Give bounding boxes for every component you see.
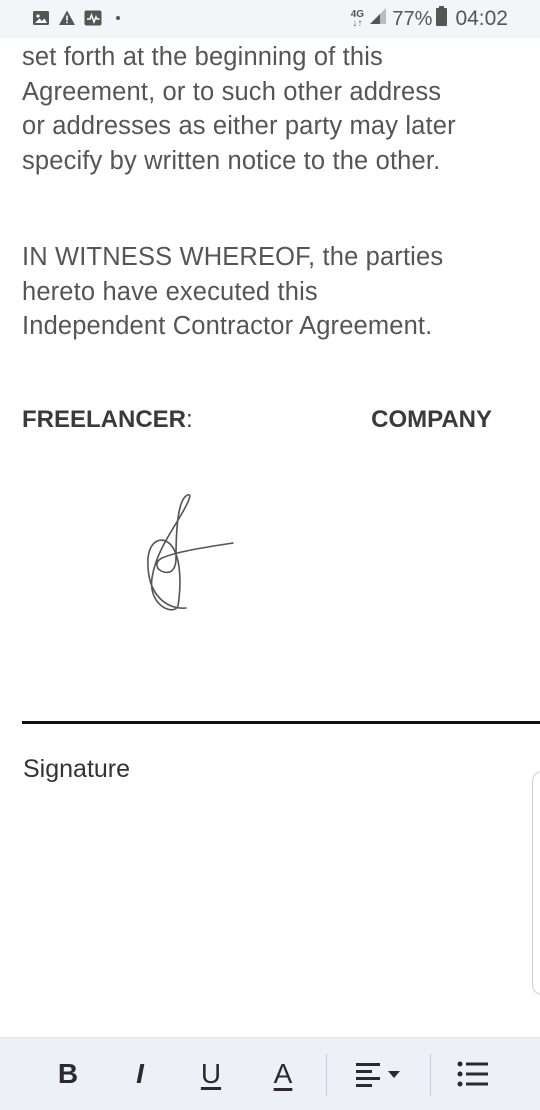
bulleted-list-icon (457, 1061, 488, 1087)
signature-line (22, 721, 540, 724)
paragraph-line: Agreement, or to such other address (22, 77, 442, 106)
paragraph-line: hereto have executed this (22, 277, 318, 306)
signature-drawing (147, 493, 234, 611)
italic-button[interactable]: I (122, 1054, 158, 1094)
align-left-icon (356, 1063, 400, 1087)
image-icon (32, 9, 50, 27)
status-right: 4G ↓↑ 77% 04:02 (350, 6, 508, 32)
text-color-button[interactable]: A (263, 1054, 303, 1094)
screen: 4G ↓↑ 77% 04:02 set forth at the beginnin… (0, 0, 540, 1110)
paragraph-line: set forth at the beginning of this (22, 43, 383, 71)
freelancer-label: FREELANCER (22, 406, 187, 433)
paragraph-notice: set forth at the beginning of this Agree… (22, 40, 522, 178)
status-left-icons (32, 9, 120, 27)
signature-label: Signature (23, 755, 131, 783)
signal-icon (368, 7, 388, 31)
toolbar-divider (430, 1054, 431, 1096)
paragraph-line: specify by written notice to the other. (22, 146, 441, 175)
align-dropdown-button[interactable] (352, 1054, 408, 1094)
toolbar-divider (326, 1054, 327, 1096)
paragraph-line: Independent Contractor Agreement. (22, 312, 433, 340)
activity-icon (84, 9, 102, 27)
clock: 04:02 (455, 7, 508, 30)
paragraph-line: IN WITNESS WHEREOF, the parties (22, 243, 444, 271)
status-bar: 4G ↓↑ 77% 04:02 (0, 0, 540, 38)
battery-percent: 77% (392, 7, 433, 30)
warning-icon (58, 9, 76, 27)
freelancer-colon: : (186, 406, 193, 433)
text-color-icon: A (273, 1058, 293, 1089)
network-type-label: 4G (350, 9, 365, 20)
paragraph-line: or addresses as either party may later (22, 112, 456, 140)
formatting-toolbar: B I U A (0, 1037, 540, 1110)
paragraph-witness: IN WITNESS WHEREOF, the parties hereto h… (22, 240, 522, 344)
bulleted-list-button[interactable] (455, 1054, 491, 1094)
bold-button[interactable]: B (50, 1054, 86, 1094)
side-scroll-handle[interactable] (532, 771, 540, 995)
company-heading: COMPANY (371, 406, 492, 433)
underline-button[interactable]: U (193, 1054, 229, 1094)
freelancer-heading: FREELANCER: (22, 406, 193, 434)
battery-icon (436, 6, 448, 32)
notification-dot-icon (116, 16, 120, 20)
network-type-icon: 4G ↓↑ (350, 9, 365, 29)
